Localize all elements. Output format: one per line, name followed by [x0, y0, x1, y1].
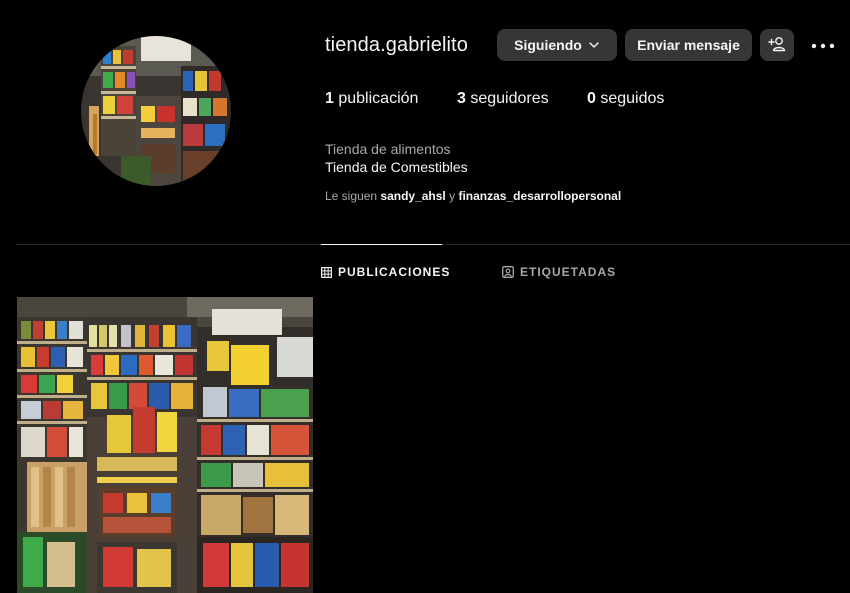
chevron-down-icon [588, 39, 600, 51]
grid-icon [321, 266, 332, 278]
send-message-label: Enviar mensaje [637, 37, 740, 53]
followers-count-label: seguidores [470, 90, 549, 107]
add-user-icon [768, 36, 786, 55]
tab-tagged-label: ETIQUETADAS [520, 265, 617, 279]
profile-avatar[interactable] [81, 36, 231, 186]
following-count-value: 0 [587, 90, 596, 107]
following-button-label: Siguiendo [514, 37, 582, 53]
suggested-users-button[interactable] [760, 29, 794, 61]
following-count-label: seguidos [600, 90, 665, 107]
tab-posts[interactable]: PUBLICACIONES [321, 264, 450, 280]
followers-link[interactable]: 3 seguidores [457, 90, 549, 108]
followed-by-prefix: Le siguen [325, 189, 378, 203]
active-tab-indicator [321, 244, 442, 245]
more-options-button[interactable] [809, 33, 837, 57]
followed-by-user-1: sandy_ahsl [380, 189, 446, 203]
more-options-icon [811, 36, 835, 54]
tab-posts-label: PUBLICACIONES [338, 265, 451, 279]
send-message-button[interactable]: Enviar mensaje [625, 29, 752, 61]
posts-count-value: 1 [325, 90, 334, 107]
profile-username: tienda.gabrielito [325, 34, 468, 56]
profile-name: Tienda de Comestibles [325, 159, 468, 175]
followed-by-user-2: finanzas_desarrollopersonal [458, 189, 622, 203]
posts-count-label: publicación [338, 90, 419, 107]
profile-category: Tienda de alimentos [325, 141, 451, 157]
tab-tagged[interactable]: ETIQUETADAS [502, 264, 616, 280]
tagged-icon [502, 266, 514, 278]
post-thumbnail[interactable] [17, 297, 313, 593]
profile-page: tienda.gabrielito Siguiendo Enviar mensa… [0, 0, 850, 593]
following-button[interactable]: Siguiendo [497, 29, 617, 61]
followers-count-value: 3 [457, 90, 466, 107]
following-link[interactable]: 0 seguidos [587, 90, 664, 108]
followed-by[interactable]: Le siguen sandy_ahsl y finanzas_desarrol… [325, 189, 621, 203]
followed-by-connector: y [449, 189, 456, 203]
posts-count: 1 publicación [325, 90, 418, 108]
